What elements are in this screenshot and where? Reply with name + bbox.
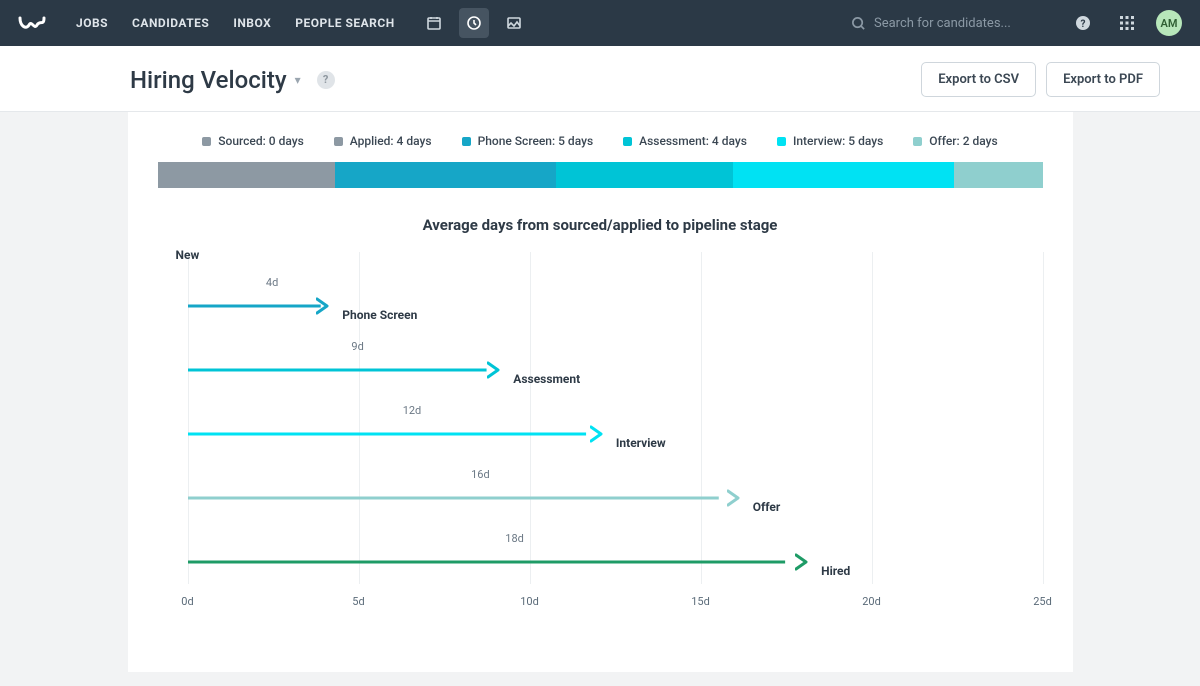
chart-row: 9d Assessment	[188, 336, 1043, 386]
legend-label: Applied: 4 days	[350, 134, 432, 148]
nav-jobs[interactable]: JOBS	[76, 16, 108, 30]
legend-swatch	[623, 137, 632, 146]
apps-icon[interactable]	[1112, 8, 1142, 38]
arrow	[188, 488, 735, 508]
legend: Sourced: 0 days Applied: 4 days Phone Scre…	[158, 134, 1043, 148]
help-icon[interactable]: ?	[1068, 8, 1098, 38]
search-input[interactable]	[874, 16, 1054, 31]
x-tick-label: 25d	[1033, 595, 1052, 608]
legend-swatch	[777, 137, 786, 146]
x-tick-label: 5d	[352, 595, 364, 608]
chart: 0d5d10d15d20d25dNew4dPhone Screen9dAsses…	[158, 252, 1043, 632]
page-title-text: Hiring Velocity	[130, 66, 287, 94]
chart-row: 4d Phone Screen	[188, 272, 1043, 322]
x-tick-label: 10d	[520, 595, 539, 608]
x-tick-label: 0d	[181, 595, 193, 608]
nav-inbox[interactable]: INBOX	[233, 16, 271, 30]
chart-row: 12d Interview	[188, 400, 1043, 450]
gridline	[1043, 252, 1044, 584]
chevron-down-icon: ▾	[295, 73, 301, 87]
arrow-value-label: 12d	[403, 404, 422, 417]
arrow-value-label: 4d	[266, 276, 278, 289]
calendar-icon[interactable]	[419, 8, 449, 38]
legend-label: Phone Screen: 5 days	[478, 134, 594, 148]
stack-segment	[158, 162, 335, 188]
export-csv-button[interactable]: Export to CSV	[921, 62, 1036, 97]
search-icon	[851, 16, 866, 31]
export-pdf-button[interactable]: Export to PDF	[1046, 62, 1160, 97]
legend-item[interactable]: Phone Screen: 5 days	[462, 134, 594, 148]
x-tick-label: 15d	[691, 595, 710, 608]
legend-label: Offer: 2 days	[929, 134, 997, 148]
stacked-bar	[158, 162, 1043, 188]
arrow-end-label: Phone Screen	[342, 308, 417, 322]
legend-swatch	[334, 137, 343, 146]
legend-item[interactable]: Interview: 5 days	[777, 134, 883, 148]
arrow-end-label: Hired	[821, 564, 850, 578]
arrow-value-label: 18d	[505, 532, 524, 545]
legend-item[interactable]: Assessment: 4 days	[623, 134, 747, 148]
arrow-head-icon	[795, 552, 813, 572]
arrow-end-label: Assessment	[513, 372, 580, 386]
arrow	[188, 424, 598, 444]
chart-start-label: New	[176, 248, 200, 262]
arrow-end-label: Offer	[753, 500, 781, 514]
legend-swatch	[462, 137, 471, 146]
legend-item[interactable]: Offer: 2 days	[913, 134, 997, 148]
legend-label: Sourced: 0 days	[218, 134, 303, 148]
x-tick-label: 20d	[862, 595, 881, 608]
image-icon[interactable]	[499, 8, 529, 38]
nav-candidates[interactable]: CANDIDATES	[132, 16, 209, 30]
report-card: Sourced: 0 days Applied: 4 days Phone Scre…	[128, 112, 1073, 672]
title-help-icon[interactable]: ?	[317, 71, 335, 89]
arrow	[188, 360, 496, 380]
stack-segment	[954, 162, 1043, 188]
arrow-head-icon	[487, 360, 505, 380]
top-nav: JOBS CANDIDATES INBOX PEOPLE SEARCH ? AM	[0, 0, 1200, 46]
arrow-value-label: 16d	[471, 468, 490, 481]
arrow-end-label: Interview	[616, 436, 666, 450]
stack-segment	[556, 162, 733, 188]
stack-segment	[335, 162, 556, 188]
clock-icon[interactable]	[459, 8, 489, 38]
svg-text:?: ?	[1081, 19, 1086, 30]
avatar[interactable]: AM	[1156, 10, 1182, 36]
arrow-value-label: 9d	[351, 340, 363, 353]
nav-people-search[interactable]: PEOPLE SEARCH	[295, 16, 394, 30]
arrow-head-icon	[590, 424, 608, 444]
chart-title: Average days from sourced/applied to pip…	[158, 216, 1043, 234]
legend-label: Assessment: 4 days	[639, 134, 747, 148]
legend-swatch	[202, 137, 211, 146]
arrow-head-icon	[316, 296, 334, 316]
arrow	[188, 296, 325, 316]
page-title[interactable]: Hiring Velocity ▾ ?	[130, 66, 335, 94]
stack-segment	[733, 162, 954, 188]
nav-links: JOBS CANDIDATES INBOX PEOPLE SEARCH	[76, 16, 395, 30]
title-bar: Hiring Velocity ▾ ? Export to CSV Export…	[0, 46, 1200, 112]
legend-swatch	[913, 137, 922, 146]
chart-row: 16d Offer	[188, 464, 1043, 514]
logo[interactable]	[18, 12, 48, 34]
chart-row: 18d Hired	[188, 528, 1043, 578]
search-box[interactable]	[851, 16, 1054, 31]
legend-item[interactable]: Sourced: 0 days	[202, 134, 303, 148]
arrow-head-icon	[727, 488, 745, 508]
arrow	[188, 552, 804, 572]
legend-item[interactable]: Applied: 4 days	[334, 134, 432, 148]
legend-label: Interview: 5 days	[793, 134, 883, 148]
